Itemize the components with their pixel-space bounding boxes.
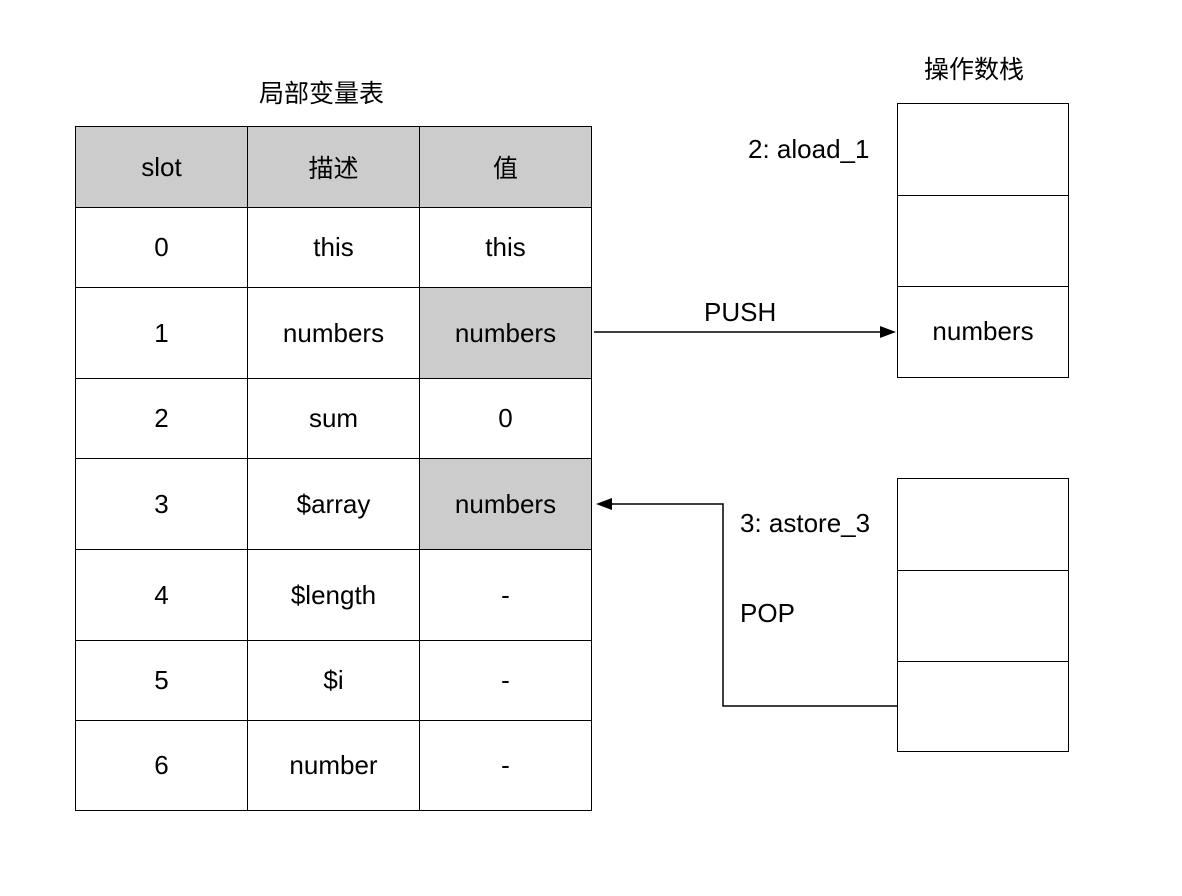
push-arrow [594, 326, 896, 338]
pop-arrow [596, 498, 897, 707]
connector-arrows [594, 326, 897, 707]
